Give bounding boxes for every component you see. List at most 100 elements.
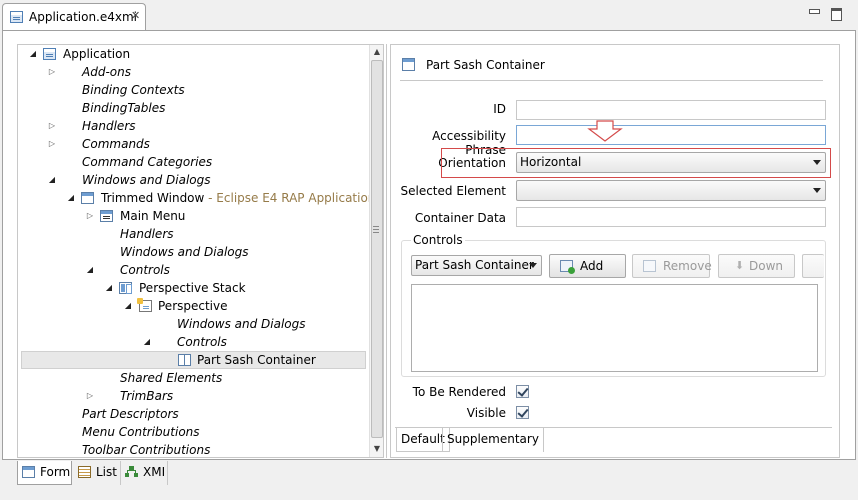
arrow-down-icon: ⬇: [734, 259, 745, 272]
to-be-rendered-label: To Be Rendered: [412, 385, 506, 399]
tree-item-controls[interactable]: ◢ Controls: [18, 333, 368, 351]
minimize-icon[interactable]: [808, 7, 820, 18]
tree-item-windows-and-dialogs[interactable]: Windows and Dialogs: [18, 315, 368, 333]
add-button[interactable]: Add: [549, 254, 626, 278]
collapsed-twisty-icon[interactable]: ▷: [85, 387, 95, 405]
tab-xmi[interactable]: XMI: [120, 461, 168, 485]
tree-item-perspective[interactable]: ◢ Perspective: [18, 297, 368, 315]
tree-item-part-sash-container[interactable]: Part Sash Container: [21, 351, 366, 369]
collapsed-twisty-icon[interactable]: ▷: [47, 135, 57, 153]
remove-label: Remove: [663, 259, 712, 273]
selected-element-dropdown[interactable]: [516, 180, 826, 201]
tree-item-binding-contexts[interactable]: Binding Contexts: [18, 81, 368, 99]
tree-item-commands[interactable]: ▷ Commands: [18, 135, 368, 153]
expanded-twisty-icon[interactable]: ◢: [104, 279, 114, 297]
application-icon: [43, 48, 56, 60]
tree-item-part-descriptors[interactable]: Part Descriptors: [18, 405, 368, 423]
model-tree[interactable]: ◢ Application ▷ Add-ons Binding Contexts…: [17, 44, 384, 458]
container-data-field[interactable]: [516, 207, 826, 227]
down-button[interactable]: ⬇ Down: [718, 254, 795, 278]
tab-list[interactable]: List: [74, 461, 118, 485]
tab-list-label: List: [96, 465, 117, 479]
expanded-twisty-icon[interactable]: ◢: [66, 189, 76, 207]
tree-item-toolbar-contributions[interactable]: Toolbar Contributions: [18, 441, 368, 457]
title-separator: [400, 80, 823, 81]
tree-item-command-categories[interactable]: Command Categories: [18, 153, 368, 171]
controls-list[interactable]: [411, 284, 818, 372]
add-label: Add: [580, 259, 604, 273]
tree-item-label: Commands: [82, 137, 150, 151]
collapsed-twisty-icon[interactable]: ▷: [85, 207, 95, 225]
window-icon: [81, 192, 94, 204]
id-field[interactable]: [516, 100, 826, 120]
tree-item-label: Main Menu: [120, 209, 186, 223]
tree-item-label: Windows and Dialogs: [120, 245, 249, 259]
tree-item-shared-elements[interactable]: Shared Elements: [18, 369, 368, 387]
tree-item-label: TrimBars: [120, 389, 174, 403]
tree-item-main-menu[interactable]: ▷ Main Menu: [18, 207, 368, 225]
expanded-twisty-icon[interactable]: ◢: [142, 333, 152, 351]
remove-button[interactable]: Remove: [632, 254, 712, 278]
tab-supplementary[interactable]: Supplementary: [442, 428, 544, 452]
maximize-icon[interactable]: [830, 7, 842, 21]
perspective-icon: [137, 298, 152, 312]
tree-item-label: Windows and Dialogs: [82, 173, 211, 187]
tree-item-label: Handlers: [120, 227, 174, 241]
application-model-icon: [10, 11, 23, 23]
scrollbar-grip-icon: [373, 226, 379, 233]
overflow-button[interactable]: [802, 254, 824, 278]
collapsed-twisty-icon[interactable]: ▷: [47, 63, 57, 81]
to-be-rendered-checkbox[interactable]: [516, 385, 529, 398]
tree-item-label: Controls: [120, 263, 170, 277]
tree-item-label: Toolbar Contributions: [82, 443, 211, 457]
tree-item-label: Perspective Stack: [139, 281, 246, 295]
collapsed-twisty-icon[interactable]: ▷: [47, 117, 57, 135]
controls-legend: Controls: [411, 233, 465, 247]
expanded-twisty-icon[interactable]: ◢: [47, 171, 57, 189]
orientation-highlight-box: [441, 148, 831, 178]
tree-item-label: Handlers: [82, 119, 136, 133]
tab-xmi-label: XMI: [143, 465, 166, 479]
id-label: ID: [493, 102, 506, 116]
tree-item-label: Application: [63, 47, 131, 61]
form-icon: [22, 466, 35, 478]
perspective-stack-icon: [119, 282, 132, 294]
part-sash-container-icon: [178, 354, 191, 366]
tree-item-add-ons[interactable]: ▷ Add-ons: [18, 63, 368, 81]
tree-item-trimbars[interactable]: ▷ TrimBars: [18, 387, 368, 405]
tree-item-trimmed-window[interactable]: ◢ Trimmed Window - Eclipse E4 RAP Applic…: [18, 189, 376, 207]
visible-checkbox[interactable]: [516, 406, 529, 419]
tree-item-perspective-stack[interactable]: ◢ Perspective Stack: [18, 279, 368, 297]
tab-form[interactable]: Form: [17, 461, 72, 485]
control-type-dropdown[interactable]: Part Sash Container: [411, 255, 542, 276]
selected-element-label: Selected Element: [400, 184, 506, 198]
xmi-tree-icon: [125, 466, 138, 478]
tree-item-label: Trimmed Window - Eclipse E4 RAP Applicat…: [101, 191, 376, 205]
tree-item-label: Shared Elements: [120, 371, 223, 385]
tree-item-windows-and-dialogs[interactable]: ◢ Windows and Dialogs: [18, 171, 368, 189]
close-tab-icon[interactable]: ✕: [131, 9, 140, 22]
tree-item-handlers[interactable]: ▷ Handlers: [18, 117, 368, 135]
tree-scrollbar[interactable]: ▲ ▼: [369, 45, 383, 457]
expanded-twisty-icon[interactable]: ◢: [85, 261, 95, 279]
expanded-twisty-icon[interactable]: ◢: [28, 45, 38, 63]
expanded-twisty-icon[interactable]: ◢: [123, 297, 133, 315]
hint-arrow-icon: [587, 120, 623, 142]
list-icon: [78, 466, 91, 478]
tree-item-menu-contributions[interactable]: Menu Contributions: [18, 423, 368, 441]
editor-tab-title: Application.e4xmi: [29, 10, 138, 24]
scroll-up-icon[interactable]: ▲: [370, 45, 384, 59]
tree-item-label: Command Categories: [82, 155, 213, 169]
tree-item-handlers[interactable]: Handlers: [18, 225, 368, 243]
tree-item-controls[interactable]: ◢ Controls: [18, 261, 368, 279]
scrollbar-thumb[interactable]: [371, 60, 383, 438]
panel-splitter[interactable]: [386, 44, 387, 458]
scroll-down-icon[interactable]: ▼: [370, 442, 384, 456]
editor-tab[interactable]: Application.e4xmi ✕: [2, 3, 146, 30]
accessibility-phrase-field[interactable]: [516, 125, 826, 145]
tree-item-application[interactable]: ◢ Application: [18, 45, 368, 63]
tree-item-label: Controls: [177, 335, 227, 349]
tree-item-binding-tables[interactable]: BindingTables: [18, 99, 368, 117]
tree-item-windows-and-dialogs[interactable]: Windows and Dialogs: [18, 243, 368, 261]
tree-item-label: Part Descriptors: [82, 407, 179, 421]
